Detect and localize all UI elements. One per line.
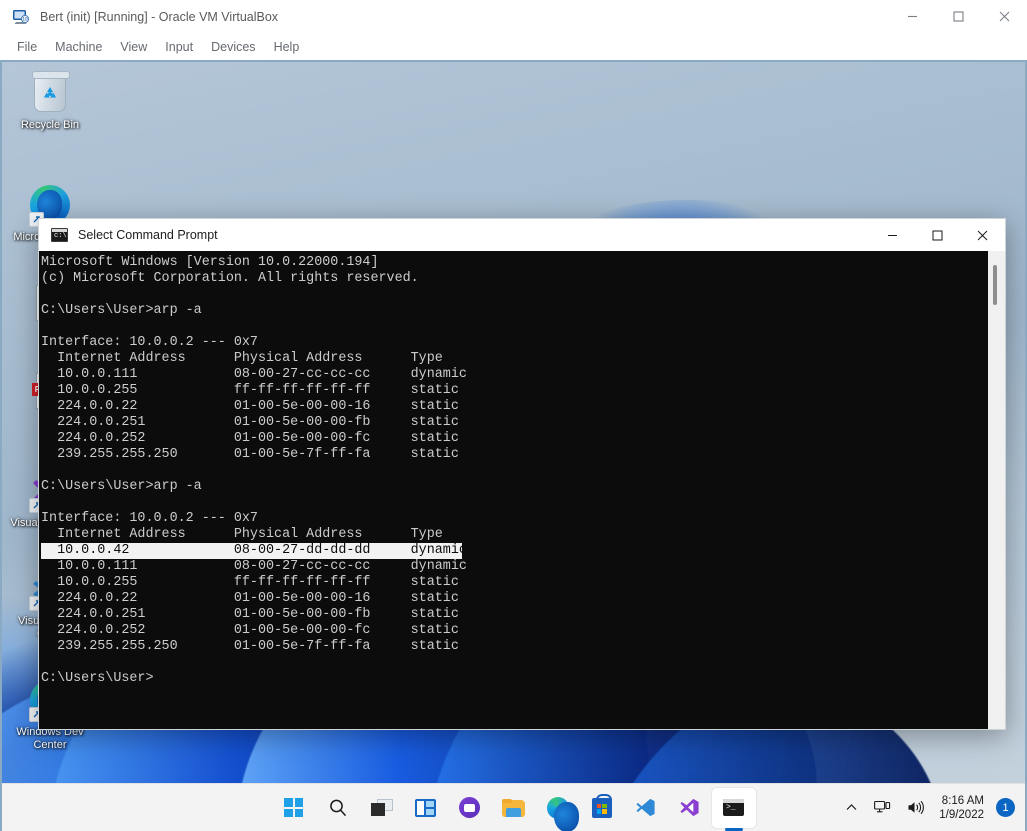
console-scrollbar[interactable] (988, 251, 1005, 729)
virtualbox-titlebar: 10 Bert (init) [Running] - Oracle VM Vir… (0, 0, 1027, 33)
recycle-bin-icon (27, 70, 73, 116)
console-line: C:\Users\User> (41, 671, 154, 686)
command-prompt-maximize-button[interactable] (915, 219, 960, 251)
console-line: 10.0.0.255 ff-ff-ff-ff-ff-ff static (41, 383, 459, 398)
vscode-button[interactable] (624, 788, 668, 828)
console-line: Internet Address Physical Address Type (41, 351, 443, 366)
virtualbox-maximize-button[interactable] (935, 0, 981, 33)
console-line: 224.0.0.251 01-00-5e-00-00-fb static (41, 415, 459, 430)
menu-devices[interactable]: Devices (202, 37, 264, 57)
search-icon (329, 799, 346, 816)
console-line: 224.0.0.22 01-00-5e-00-00-16 static (41, 399, 459, 414)
microsoft-store-button[interactable] (580, 788, 624, 828)
menu-file[interactable]: File (8, 37, 46, 57)
menu-view[interactable]: View (111, 37, 156, 57)
taskbar-center-group (272, 787, 756, 831)
virtualbox-menubar: File Machine View Input Devices Help (0, 33, 1027, 60)
task-view-icon (370, 799, 393, 816)
console-line: 10.0.0.255 ff-ff-ff-ff-ff-ff static (41, 575, 459, 590)
menu-input[interactable]: Input (156, 37, 202, 57)
console-output[interactable]: Microsoft Windows [Version 10.0.22000.19… (39, 251, 988, 729)
search-button[interactable] (316, 788, 360, 828)
visual-studio-button[interactable] (668, 788, 712, 828)
command-prompt-close-button[interactable] (960, 219, 1005, 251)
command-prompt-icon (723, 799, 744, 816)
command-prompt-window: Select Command Prompt Microsoft Windows … (38, 218, 1006, 730)
guest-screen: Recycle Bin Microsoft Edge ba (0, 60, 1027, 831)
console-line: 239.255.255.250 01-00-5e-7f-ff-fa static (41, 639, 459, 654)
console-line: Microsoft Windows [Version 10.0.22000.19… (41, 255, 379, 270)
desktop-icon-label: Recycle Bin (20, 119, 80, 131)
taskbar: 8:16 AM 1/9/2022 1 (2, 783, 1025, 831)
console-scrollbar-thumb[interactable] (993, 265, 997, 305)
console-line-selected: 10.0.0.42 08-00-27-dd-dd-dd dynamic (41, 543, 467, 559)
microsoft-edge-icon (546, 796, 579, 831)
svg-text:10: 10 (22, 17, 28, 22)
edge-button[interactable] (536, 788, 580, 831)
console-line: Internet Address Physical Address Type (41, 527, 443, 542)
console-line: 224.0.0.251 01-00-5e-00-00-fb static (41, 607, 459, 622)
widgets-icon (415, 798, 436, 817)
start-button[interactable] (272, 788, 316, 828)
chat-button[interactable] (448, 788, 492, 828)
virtualbox-window: 10 Bert (init) [Running] - Oracle VM Vir… (0, 0, 1027, 831)
console-line: 224.0.0.252 01-00-5e-00-00-fc static (41, 431, 459, 446)
menu-machine[interactable]: Machine (46, 37, 111, 57)
console-line: 10.0.0.111 08-00-27-cc-cc-cc dynamic (41, 367, 467, 382)
command-prompt-body: Microsoft Windows [Version 10.0.22000.19… (39, 251, 1005, 729)
virtualbox-title: Bert (init) [Running] - Oracle VM Virtua… (40, 9, 279, 24)
virtualbox-window-controls (889, 0, 1027, 33)
clock-date: 1/9/2022 (939, 808, 984, 821)
console-line: Interface: 10.0.0.2 --- 0x7 (41, 335, 258, 350)
command-prompt-title: Select Command Prompt (78, 228, 218, 242)
network-button[interactable] (867, 796, 898, 819)
clock-time: 8:16 AM (941, 794, 984, 807)
store-icon (591, 793, 612, 818)
console-line: (c) Microsoft Corporation. All rights re… (41, 271, 419, 286)
vscode-icon (636, 798, 655, 817)
command-prompt-button[interactable] (711, 787, 756, 828)
clock[interactable]: 8:16 AM 1/9/2022 (933, 794, 992, 822)
command-prompt-window-controls (870, 219, 1005, 251)
windows-logo-icon (284, 798, 303, 817)
console-line: C:\Users\User>arp -a (41, 479, 202, 494)
console-line: 10.0.0.111 08-00-27-cc-cc-cc dynamic (41, 559, 467, 574)
notification-badge[interactable]: 1 (996, 798, 1015, 817)
widgets-button[interactable] (404, 788, 448, 828)
chevron-up-icon (846, 804, 857, 810)
tray-overflow-button[interactable] (838, 797, 865, 818)
console-line: Interface: 10.0.0.2 --- 0x7 (41, 511, 258, 526)
volume-button[interactable] (900, 796, 931, 819)
file-explorer-button[interactable] (492, 788, 536, 828)
console-line: 224.0.0.252 01-00-5e-00-00-fc static (41, 623, 459, 638)
system-tray: 8:16 AM 1/9/2022 1 (838, 794, 1015, 822)
console-line: 239.255.255.250 01-00-5e-7f-ff-fa static (41, 447, 459, 462)
desktop-icon-recycle-bin[interactable]: Recycle Bin (5, 70, 95, 132)
volume-icon (908, 800, 925, 815)
command-prompt-minimize-button[interactable] (870, 219, 915, 251)
visual-studio-icon (680, 798, 699, 817)
virtualbox-icon: 10 (12, 8, 29, 25)
command-prompt-icon (51, 228, 68, 242)
virtualbox-minimize-button[interactable] (889, 0, 935, 33)
folder-icon (502, 798, 525, 817)
network-icon (874, 800, 891, 813)
command-prompt-titlebar[interactable]: Select Command Prompt (39, 219, 1005, 251)
virtualbox-close-button[interactable] (981, 0, 1027, 33)
task-view-button[interactable] (360, 788, 404, 828)
menu-help[interactable]: Help (265, 37, 309, 57)
chat-icon (459, 797, 480, 818)
console-line: 224.0.0.22 01-00-5e-00-00-16 static (41, 591, 459, 606)
console-line: C:\Users\User>arp -a (41, 303, 202, 318)
